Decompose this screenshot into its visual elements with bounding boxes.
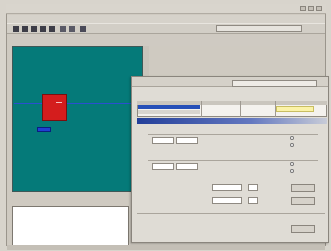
highlighted-cell[interactable] — [276, 106, 314, 112]
section-banner — [137, 118, 327, 124]
toolbar-dropdown[interactable] — [216, 25, 302, 32]
menu-bar — [7, 15, 325, 23]
maximize-icon[interactable] — [308, 6, 314, 11]
toolbar-icon[interactable] — [49, 26, 55, 32]
dialog-divider — [137, 213, 325, 214]
toolbar-icon[interactable] — [60, 26, 66, 32]
option-radio[interactable] — [290, 143, 294, 147]
minimize-icon[interactable] — [300, 6, 306, 11]
group-divider — [148, 160, 318, 161]
option-radio[interactable] — [290, 169, 294, 173]
toolbar-icon[interactable] — [80, 26, 86, 32]
toolbar-icon[interactable] — [22, 26, 28, 32]
input-field[interactable] — [152, 137, 174, 144]
option-radio[interactable] — [290, 136, 294, 140]
model-canvas[interactable] — [12, 46, 143, 192]
table-row-selected[interactable] — [138, 105, 200, 109]
block-port-mark — [56, 102, 62, 103]
dialog-selector[interactable] — [232, 80, 317, 87]
input-field[interactable] — [176, 137, 198, 144]
toolbar-icon[interactable] — [40, 26, 46, 32]
title-bar — [6, 4, 326, 14]
block-label-tag[interactable] — [37, 127, 51, 132]
dialog-button[interactable] — [291, 225, 315, 233]
message-log[interactable] — [12, 206, 129, 246]
group-divider — [148, 134, 318, 135]
option-radio[interactable] — [290, 162, 294, 166]
column-divider — [240, 101, 241, 117]
input-field[interactable] — [176, 163, 198, 170]
dialog-button[interactable] — [291, 184, 315, 192]
unit-field[interactable] — [248, 197, 258, 204]
toolbar-icon[interactable] — [31, 26, 37, 32]
input-field[interactable] — [212, 184, 242, 191]
input-field[interactable] — [212, 197, 242, 204]
status-bar — [7, 245, 325, 250]
column-divider — [201, 101, 202, 117]
table-row[interactable] — [138, 110, 200, 114]
panel-header — [12, 35, 322, 46]
toolbar-icon[interactable] — [13, 26, 19, 32]
dialog-button[interactable] — [291, 197, 315, 205]
model-block[interactable] — [42, 94, 67, 121]
close-icon[interactable] — [316, 6, 322, 11]
input-field[interactable] — [152, 163, 174, 170]
unit-field[interactable] — [248, 184, 258, 191]
connection-line[interactable] — [14, 103, 140, 104]
toolbar-icon[interactable] — [69, 26, 75, 32]
